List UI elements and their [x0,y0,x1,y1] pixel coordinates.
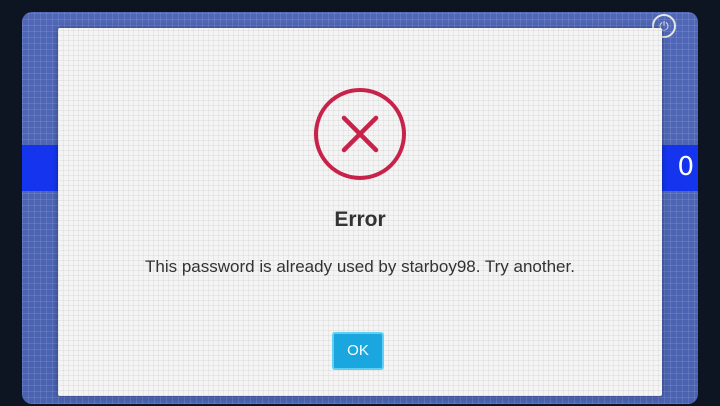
ok-button[interactable]: OK [332,332,384,370]
dialog-message: This password is already used by starboy… [145,257,575,276]
background-band-digit: 0 [677,152,694,182]
error-dialog: Error This password is already used by s… [58,28,662,396]
error-x-icon [314,88,406,180]
dialog-title: Error [334,208,386,231]
